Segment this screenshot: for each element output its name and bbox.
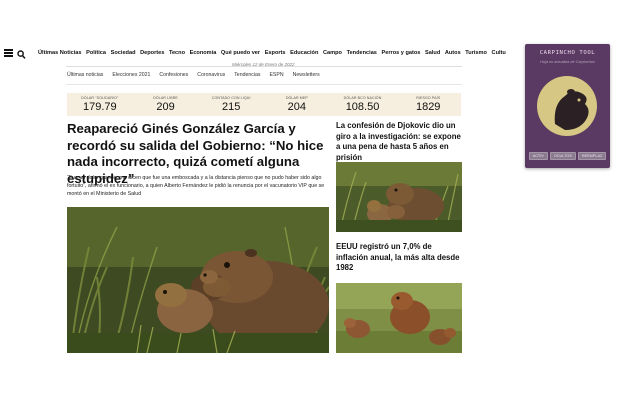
capybara-family-image	[67, 207, 329, 353]
nav-link[interactable]: Últimas Noticias	[38, 50, 82, 56]
ticker-label: Dólar libre	[153, 96, 178, 100]
ticker-label: Dólar BCO Nación	[343, 96, 382, 100]
nav-link[interactable]: Esports	[265, 50, 286, 56]
side-article-photo[interactable]	[336, 283, 462, 353]
ticker-item[interactable]: Dólar "solidario" 179.79	[67, 93, 133, 116]
ticker-value: 204	[287, 101, 307, 113]
nav-link[interactable]: Turismo	[465, 50, 487, 56]
nav-link[interactable]: Política	[86, 50, 106, 56]
ticker-value: 209	[156, 101, 175, 113]
sub-navigation: Últimas noticias Elecciones 2021 Confesi…	[67, 72, 329, 78]
subnav-link[interactable]: Elecciones 2021	[112, 72, 150, 78]
ticker-item[interactable]: Dólar MEP 204	[264, 93, 330, 116]
ticker-item[interactable]: Dólar libre 209	[133, 93, 199, 116]
activate-button[interactable]: Activ	[528, 152, 548, 160]
main-article-photo[interactable]	[67, 207, 329, 353]
menu-icon[interactable]	[4, 49, 13, 57]
side-headline[interactable]: EEUU registró un 7,0% de inflación anual…	[336, 242, 464, 274]
ticker-label: Dólar MEP	[285, 96, 308, 100]
side-article-photo[interactable]	[336, 162, 462, 232]
nav-link[interactable]: Perros y gatos	[382, 50, 421, 56]
section-links: Últimas Noticias Política Sociedad Depor…	[38, 50, 510, 56]
ticker-value: 108.50	[345, 101, 380, 113]
divider	[66, 66, 462, 67]
subnav-link[interactable]: Coronavirus	[197, 72, 225, 78]
ticker-value: 215	[222, 101, 241, 113]
main-lede: “Fue un dolor grande, me dicen que fue u…	[67, 175, 325, 198]
ticker-item[interactable]: Dólar BCO Nación 108.50	[330, 93, 396, 116]
subnav-link[interactable]: Confesiones	[159, 72, 188, 78]
subnav-link[interactable]: Tendencias	[234, 72, 260, 78]
ticker-label: Dólar "solidario"	[81, 96, 119, 100]
subnav-link[interactable]: ESPN	[269, 72, 283, 78]
nav-link[interactable]: Salud	[425, 50, 440, 56]
subnav-link[interactable]: Newsletters	[293, 72, 320, 78]
nav-link[interactable]: Qué puedo ver	[221, 50, 260, 56]
side-headline[interactable]: La confesión de Djokovic dio un giro a l…	[336, 121, 464, 163]
popup-title: CARPINCHO TOOL	[539, 50, 596, 56]
nav-link[interactable]: Deportes	[140, 50, 164, 56]
popup-subtitle: Hoja no actualiza de Carpinchos	[540, 60, 595, 64]
hidden-button[interactable]: Ocultos	[549, 152, 576, 160]
ticker-item[interactable]: Riesgo país 1829	[395, 93, 461, 116]
ticker-value: 179.79	[83, 101, 117, 113]
nav-link[interactable]: Tendencias	[347, 50, 377, 56]
popup-button-row: Activ Ocultos Reemplaz	[525, 152, 610, 160]
subnav-link[interactable]: Últimas noticias	[67, 72, 103, 78]
nav-link[interactable]: Tecno	[169, 50, 185, 56]
capybara-logo-icon	[535, 74, 599, 138]
replace-button[interactable]: Reemplaz	[577, 152, 607, 160]
ticker-label: Contado con liqui	[211, 96, 251, 100]
carpincho-extension-popup: CARPINCHO TOOL Hoja no actualiza de Carp…	[525, 44, 610, 168]
nav-link[interactable]: Sociedad	[111, 50, 136, 56]
ticker-item[interactable]: Contado con liqui 215	[198, 93, 264, 116]
nav-link[interactable]: Autos	[445, 50, 461, 56]
search-icon[interactable]	[17, 47, 26, 59]
nav-link[interactable]: Cultu	[492, 50, 506, 56]
capybara-image	[336, 162, 462, 232]
ticker-label: Riesgo país	[416, 96, 441, 100]
divider	[66, 84, 462, 85]
nav-link[interactable]: Campo	[323, 50, 342, 56]
nav-link[interactable]: Educación	[290, 50, 318, 56]
market-ticker: Dólar "solidario" 179.79 Dólar libre 209…	[67, 93, 461, 116]
ticker-value: 1829	[415, 101, 441, 113]
nav-link[interactable]: Economía	[190, 50, 217, 56]
capybara-image	[336, 283, 462, 353]
